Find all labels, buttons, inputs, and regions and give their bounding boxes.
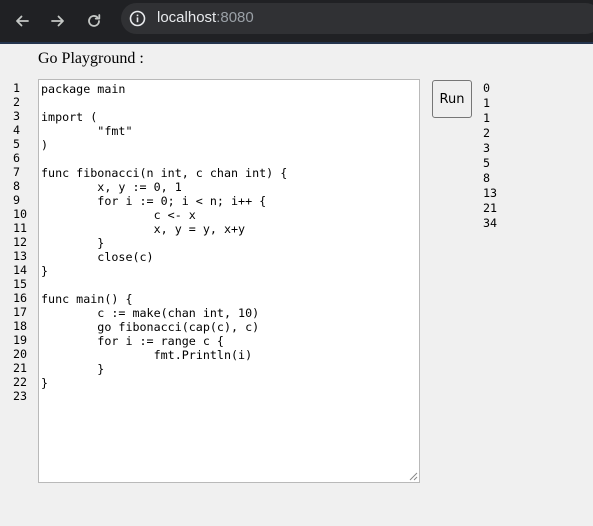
page-title: Go Playground : bbox=[38, 50, 144, 67]
line-number: 19 bbox=[13, 333, 28, 347]
line-number: 5 bbox=[13, 137, 21, 151]
code-line[interactable]: for i := range c { bbox=[41, 334, 419, 348]
code-text[interactable]: package main import ( "fmt") func fibonacc… bbox=[41, 82, 419, 404]
line-number: 8 bbox=[13, 179, 21, 193]
code-line[interactable]: c <- x bbox=[41, 208, 419, 222]
line-number: 23 bbox=[13, 389, 28, 403]
line-number: 14 bbox=[13, 263, 28, 277]
line-number: 17 bbox=[13, 305, 28, 319]
reload-button[interactable] bbox=[80, 7, 108, 35]
line-number: 16 bbox=[13, 291, 28, 305]
url-port: :8080 bbox=[216, 9, 254, 26]
output-line: 1 bbox=[483, 111, 491, 125]
output-line: 1 bbox=[483, 96, 491, 110]
code-line[interactable] bbox=[41, 152, 419, 166]
code-line[interactable]: c := make(chan int, 10) bbox=[41, 306, 419, 320]
url-host: localhost bbox=[157, 9, 217, 26]
output-line: 21 bbox=[483, 201, 498, 215]
program-output: 0 1 1 2 3 5 8 13 21 34 bbox=[483, 81, 497, 231]
address-bar[interactable]: localhost:8080 bbox=[121, 3, 593, 34]
code-line[interactable]: for i := 0; i < n; i++ { bbox=[41, 194, 419, 208]
line-number: 2 bbox=[13, 95, 21, 109]
output-line: 13 bbox=[483, 186, 498, 200]
code-line[interactable]: fmt.Println(i) bbox=[41, 348, 419, 362]
code-line[interactable]: import ( bbox=[41, 110, 419, 124]
line-number: 22 bbox=[13, 375, 28, 389]
output-line: 34 bbox=[483, 216, 498, 230]
resize-handle-icon[interactable] bbox=[409, 472, 418, 481]
line-number: 12 bbox=[13, 235, 28, 249]
line-number: 20 bbox=[13, 347, 28, 361]
info-icon[interactable] bbox=[129, 10, 146, 27]
code-line[interactable]: } bbox=[41, 236, 419, 250]
line-number: 6 bbox=[13, 151, 21, 165]
line-numbers: 1 2 3 4 5 6 7 8 9 10 11 12 13 14 15 16 17 18 19 20 21 22 23 bbox=[13, 81, 35, 403]
code-line[interactable]: func main() { bbox=[41, 292, 419, 306]
output-line: 2 bbox=[483, 126, 491, 140]
code-line[interactable]: package main bbox=[41, 82, 419, 96]
line-number: 9 bbox=[13, 193, 21, 207]
code-line[interactable]: go fibonacci(cap(c), c) bbox=[41, 320, 419, 334]
line-number: 3 bbox=[13, 109, 21, 123]
run-button[interactable]: Run bbox=[432, 80, 472, 118]
line-number: 21 bbox=[13, 361, 28, 375]
line-number: 10 bbox=[13, 207, 28, 221]
output-line: 0 bbox=[483, 81, 491, 95]
forward-button[interactable] bbox=[44, 7, 72, 35]
code-line[interactable]: x, y = y, x+y bbox=[41, 222, 419, 236]
back-button[interactable] bbox=[8, 7, 36, 35]
code-line[interactable]: close(c) bbox=[41, 250, 419, 264]
line-number: 18 bbox=[13, 319, 28, 333]
code-line[interactable]: "fmt" bbox=[41, 124, 419, 138]
code-line[interactable]: x, y := 0, 1 bbox=[41, 180, 419, 194]
code-line[interactable]: } bbox=[41, 362, 419, 376]
line-number: 4 bbox=[13, 123, 21, 137]
output-line: 8 bbox=[483, 171, 491, 185]
forward-arrow-icon bbox=[51, 15, 64, 27]
url-text[interactable]: localhost:8080 bbox=[157, 9, 254, 27]
code-line[interactable]: func fibonacci(n int, c chan int) { bbox=[41, 166, 419, 180]
line-number: 7 bbox=[13, 165, 21, 179]
reload-icon bbox=[88, 14, 101, 27]
line-number: 15 bbox=[13, 277, 28, 291]
code-line[interactable]: } bbox=[41, 264, 419, 278]
code-line[interactable] bbox=[41, 96, 419, 110]
browser-toolbar: localhost:8080 bbox=[0, 0, 593, 44]
line-number: 13 bbox=[13, 249, 28, 263]
code-line[interactable]: } bbox=[41, 376, 419, 390]
output-line: 3 bbox=[483, 141, 491, 155]
code-line[interactable] bbox=[41, 390, 419, 404]
code-line[interactable]: ) bbox=[41, 138, 419, 152]
code-editor[interactable]: package main import ( "fmt") func fibonacc… bbox=[38, 79, 420, 483]
line-number: 1 bbox=[13, 81, 21, 95]
back-arrow-icon bbox=[16, 15, 29, 27]
code-line[interactable] bbox=[41, 278, 419, 292]
output-line: 5 bbox=[483, 156, 491, 170]
line-number: 11 bbox=[13, 221, 28, 235]
